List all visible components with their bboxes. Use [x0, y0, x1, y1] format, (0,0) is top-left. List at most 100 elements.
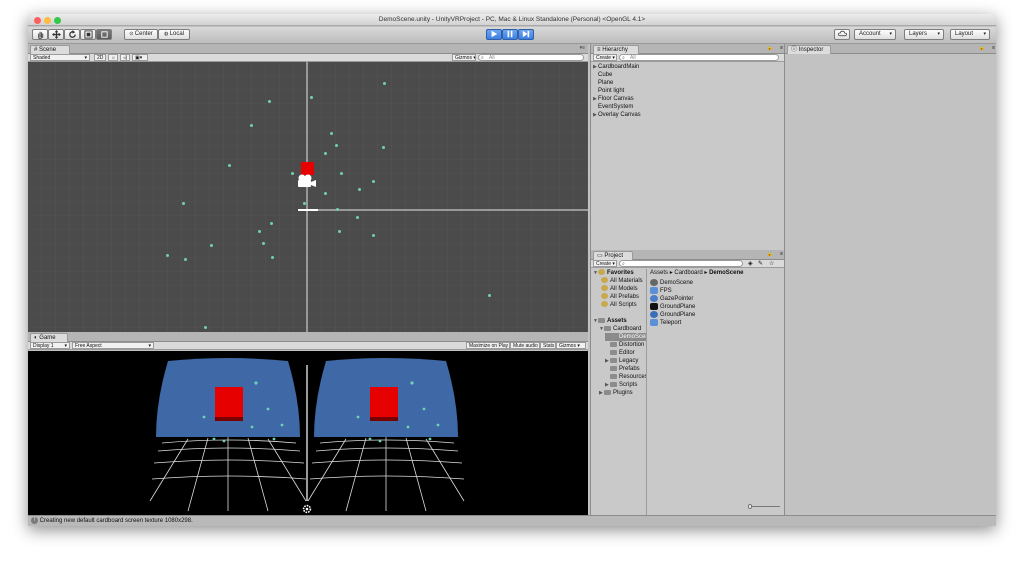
- panel-menu-icon[interactable]: ≡: [992, 45, 995, 51]
- unity-editor-window: DemoScene.unity - UnityVRProject - PC, M…: [28, 14, 996, 526]
- stats-toggle[interactable]: Stats: [540, 342, 556, 349]
- tab-inspector[interactable]: ⓘ Inspector: [787, 45, 831, 54]
- panel-menu-icon[interactable]: ≡: [780, 251, 783, 257]
- asset-item[interactable]: FPS: [650, 287, 672, 295]
- zoom-window-icon[interactable]: [54, 17, 61, 24]
- breadcrumb-item[interactable]: Cardboard: [674, 270, 702, 276]
- asset-item[interactable]: DemoScene: [650, 279, 693, 287]
- mute-audio-toggle[interactable]: Mute audio: [510, 342, 540, 349]
- pause-button[interactable]: [502, 29, 518, 40]
- scene-lighting-button[interactable]: ☼: [108, 54, 118, 61]
- layout-dropdown[interactable]: Layout ▾: [950, 29, 990, 40]
- close-window-icon[interactable]: [34, 17, 41, 24]
- particle-gizmo: [262, 242, 265, 245]
- folder-tree-item[interactable]: ▶ Plugins: [599, 389, 646, 397]
- asset-item-label: Teleport: [660, 320, 682, 327]
- scene-search-input[interactable]: ⌕ All: [478, 54, 584, 61]
- title-bar: DemoScene.unity - UnityVRProject - PC, M…: [28, 14, 996, 26]
- settings-gear-icon[interactable]: [302, 504, 312, 514]
- display-dropdown[interactable]: Display 1 ▾: [30, 342, 70, 349]
- hierarchy-item[interactable]: Point light: [593, 87, 624, 95]
- dropdown-arrow-icon: ▾: [575, 343, 580, 349]
- favorite-star-icon[interactable]: ☆: [769, 260, 774, 267]
- step-button[interactable]: [518, 29, 534, 40]
- folder-tree-item[interactable]: DemoScene: [605, 333, 646, 341]
- scene-effects-dropdown[interactable]: ▣▾: [132, 54, 148, 61]
- hierarchy-create-button[interactable]: Create ▾: [593, 54, 617, 61]
- breadcrumb-item[interactable]: Assets: [650, 270, 668, 276]
- scale-tool-button[interactable]: [80, 29, 96, 40]
- folder-tree-item[interactable]: ▶ Legacy: [605, 357, 646, 365]
- favorites-header[interactable]: ▼ Favorites: [593, 269, 634, 277]
- project-search-input[interactable]: ⌕: [619, 260, 743, 267]
- lock-icon[interactable]: 🔒: [767, 45, 773, 51]
- favorites-label: Favorites: [607, 270, 634, 276]
- panel-menu-icon[interactable]: ≡: [780, 45, 783, 51]
- hierarchy-item[interactable]: ▶CardboardMain: [593, 63, 639, 71]
- folder-tree-item[interactable]: Prefabs: [605, 365, 646, 373]
- play-button[interactable]: [486, 29, 502, 40]
- hierarchy-item[interactable]: Cube: [593, 71, 612, 79]
- favorite-item[interactable]: All Scripts: [601, 301, 637, 309]
- lock-icon[interactable]: 🔒: [979, 45, 985, 51]
- filter-type-icon[interactable]: ◈: [748, 260, 753, 267]
- hierarchy-item[interactable]: EventSystem: [593, 103, 633, 111]
- scene-grid: [28, 62, 588, 332]
- toggle-2d-button[interactable]: 2D: [94, 54, 106, 61]
- scene-audio-button[interactable]: ◃): [120, 54, 130, 61]
- tab-game[interactable]: ◐ Game: [30, 333, 68, 342]
- icon-size-slider[interactable]: [748, 504, 780, 509]
- minimize-window-icon[interactable]: [44, 17, 51, 24]
- assets-header[interactable]: ▼ Assets: [593, 317, 627, 325]
- hierarchy-search-placeholder: All: [630, 55, 636, 61]
- cloud-button[interactable]: [834, 29, 850, 40]
- slider-handle[interactable]: [748, 504, 752, 509]
- folder-tree-item[interactable]: Resources: [605, 373, 646, 381]
- aspect-dropdown[interactable]: Free Aspect ▾: [72, 342, 154, 349]
- status-message[interactable]: Creating new default cardboard screen te…: [40, 518, 193, 524]
- asset-item[interactable]: GroundPlane: [650, 303, 695, 311]
- hierarchy-item[interactable]: Plane: [593, 79, 613, 87]
- asset-item[interactable]: Teleport: [650, 319, 681, 327]
- pivot-center-button[interactable]: ⊙ Center: [124, 29, 158, 40]
- asset-item[interactable]: GazePointer: [650, 295, 693, 303]
- game-gizmos-dropdown[interactable]: Gizmos ▾: [556, 342, 586, 349]
- rect-tool-button[interactable]: [96, 29, 112, 40]
- lock-icon[interactable]: 🔒: [767, 251, 773, 257]
- hierarchy-item[interactable]: ▶Floor Canvas: [593, 95, 634, 103]
- tab-hierarchy[interactable]: ≡ Hierarchy: [593, 45, 639, 54]
- shading-mode-dropdown[interactable]: Shaded ▾: [30, 54, 90, 61]
- rotate-tool-button[interactable]: [64, 29, 80, 40]
- tab-scene[interactable]: # Scene: [30, 45, 70, 54]
- maximize-on-play-toggle[interactable]: Maximize on Play: [466, 342, 510, 349]
- folder-tree-item[interactable]: ▼ Cardboard: [599, 325, 646, 333]
- search-filter-icon: [601, 277, 608, 284]
- move-tool-button[interactable]: [48, 29, 64, 40]
- asset-item-label: GazePointer: [660, 296, 694, 303]
- panel-menu-icon[interactable]: ▾≡: [580, 45, 585, 51]
- tab-project[interactable]: ▭ Project: [593, 251, 633, 260]
- favorite-item[interactable]: All Models: [601, 285, 638, 293]
- pivot-space-button[interactable]: ◍ Local: [158, 29, 190, 40]
- move-icon: [51, 30, 61, 39]
- folder-tree-item[interactable]: Editor: [605, 349, 646, 357]
- speaker-icon: ◃): [123, 55, 128, 61]
- favorite-item[interactable]: All Prefabs: [601, 293, 639, 301]
- asset-item[interactable]: GroundPlane: [650, 311, 695, 319]
- layers-dropdown[interactable]: Layers ▾: [904, 29, 944, 40]
- dropdown-arrow-icon: ▾: [64, 343, 67, 349]
- hierarchy-search-input[interactable]: ⌕ All: [619, 54, 779, 61]
- gizmos-dropdown[interactable]: Gizmos ▾: [452, 54, 476, 61]
- scene-viewport[interactable]: [28, 62, 588, 332]
- camera-icon[interactable]: [296, 174, 316, 188]
- folder-tree-item[interactable]: ▶ Scripts: [605, 381, 646, 389]
- project-create-button[interactable]: Create ▾: [593, 260, 617, 267]
- favorite-item[interactable]: All Materials: [601, 277, 643, 285]
- game-viewport[interactable]: [28, 351, 588, 515]
- folder-tree-item[interactable]: Distortion: [605, 341, 646, 349]
- hierarchy-item[interactable]: ▶Overlay Canvas: [593, 111, 641, 119]
- hand-tool-button[interactable]: [32, 29, 48, 40]
- breadcrumb-item[interactable]: DemoScene: [709, 270, 743, 276]
- account-dropdown[interactable]: Account ▾: [854, 29, 896, 40]
- filter-label-icon[interactable]: ✎: [758, 260, 763, 267]
